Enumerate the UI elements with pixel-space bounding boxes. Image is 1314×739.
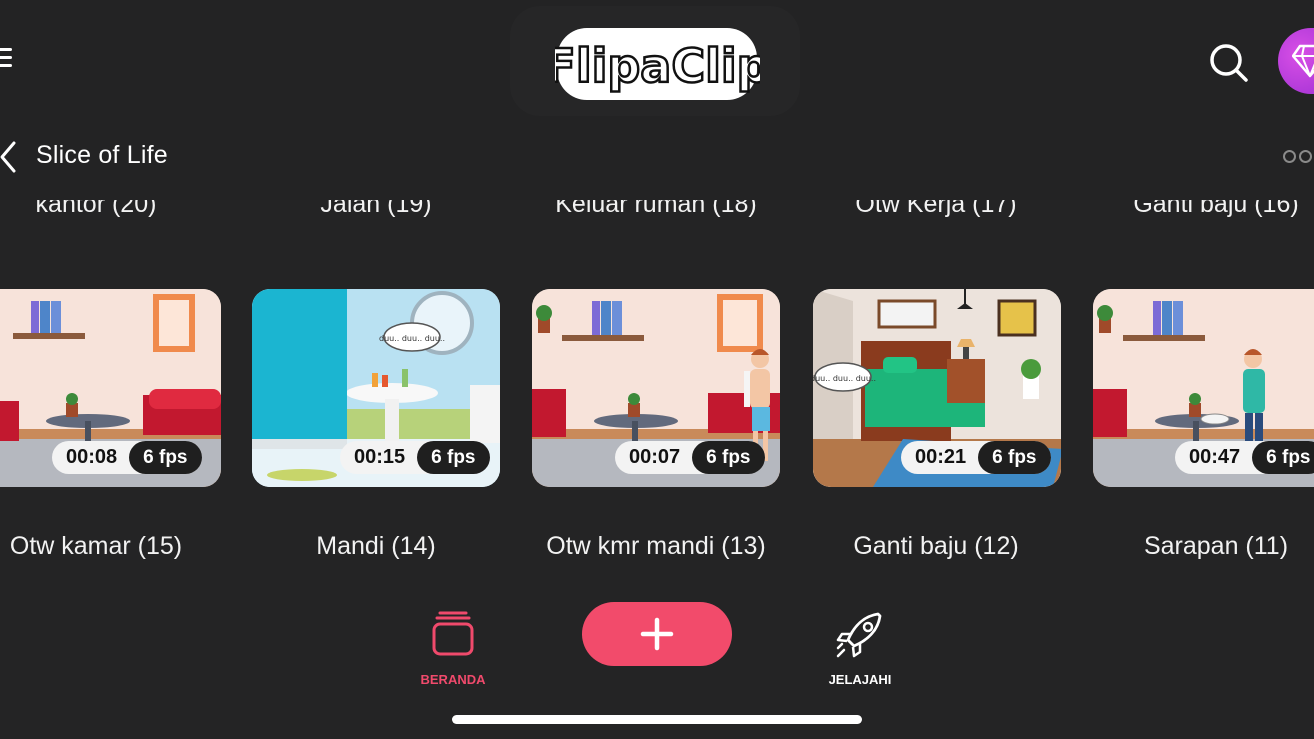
- project-title[interactable]: Otw kamar (15): [10, 532, 182, 561]
- diamond-icon: [1292, 44, 1314, 78]
- project-grid: 00:08 6 fps duu.. duu.. duu.. 00:15 6 fp…: [0, 289, 1314, 489]
- menu-icon[interactable]: [0, 48, 14, 68]
- project-title[interactable]: Mandi (14): [316, 532, 436, 561]
- home-indicator[interactable]: [452, 715, 862, 724]
- project-card-thumbnail[interactable]: 00:47 6 fps: [1093, 289, 1314, 487]
- project-title[interactable]: Sarapan (11): [1144, 532, 1288, 561]
- duration-label: 00:08: [66, 446, 118, 468]
- project-titles-row: Otw kamar (15) Mandi (14) Otw kmr mandi …: [0, 530, 1314, 564]
- nav-explore-tab[interactable]: JELAJAHI: [820, 610, 900, 690]
- svg-text:duu.. duu.. duu..: duu.. duu.. duu..: [379, 334, 445, 343]
- search-icon[interactable]: [1206, 40, 1250, 84]
- svg-text:FlipaClip: FlipaClip: [555, 39, 760, 93]
- back-arrow-icon[interactable]: [0, 140, 20, 174]
- duration-badge: 00:08 6 fps: [52, 441, 202, 474]
- duration-label: 00:15: [354, 446, 406, 468]
- fps-badge: 6 fps: [1252, 441, 1314, 474]
- project-card-thumbnail[interactable]: 00:07 6 fps: [532, 289, 780, 487]
- svg-text:duu.. duu.. duu..: duu.. duu.. duu..: [813, 374, 876, 383]
- project-card-thumbnail[interactable]: duu.. duu.. duu.. 00:15 6 fps: [252, 289, 500, 487]
- duration-badge: 00:21 6 fps: [901, 441, 1051, 474]
- duration-badge: 00:15 6 fps: [340, 441, 490, 474]
- premium-button[interactable]: [1278, 28, 1314, 94]
- rocket-icon: [836, 612, 882, 658]
- duration-label: 00:07: [629, 446, 681, 468]
- top-bar: FlipaClip Slice of Life: [0, 0, 1314, 200]
- duration-badge: 00:07 6 fps: [615, 441, 765, 474]
- duration-label: 00:21: [915, 446, 967, 468]
- stack-icon: [432, 611, 474, 656]
- project-card-thumbnail[interactable]: 00:08 6 fps: [0, 289, 221, 487]
- nav-home-tab[interactable]: BERANDA: [414, 610, 492, 690]
- plus-icon: [640, 617, 674, 651]
- fps-badge: 6 fps: [417, 441, 490, 474]
- more-options-icon[interactable]: [1283, 150, 1314, 164]
- fps-badge: 6 fps: [692, 441, 765, 474]
- folder-title: Slice of Life: [36, 141, 168, 169]
- nav-explore-label: JELAJAHI: [828, 672, 892, 687]
- fps-badge: 6 fps: [978, 441, 1051, 474]
- fps-badge: 6 fps: [129, 441, 202, 474]
- project-card-thumbnail[interactable]: duu.. duu.. duu.. 00:21 6 fps: [813, 289, 1061, 487]
- duration-label: 00:47: [1189, 446, 1241, 468]
- duration-badge: 00:47 6 fps: [1175, 441, 1314, 474]
- project-title[interactable]: Otw kmr mandi (13): [546, 532, 765, 561]
- nav-home-label: BERANDA: [420, 672, 486, 687]
- project-title[interactable]: Ganti baju (12): [853, 532, 1018, 561]
- add-project-button[interactable]: [582, 602, 732, 666]
- flipaclip-logo: FlipaClip: [555, 28, 760, 100]
